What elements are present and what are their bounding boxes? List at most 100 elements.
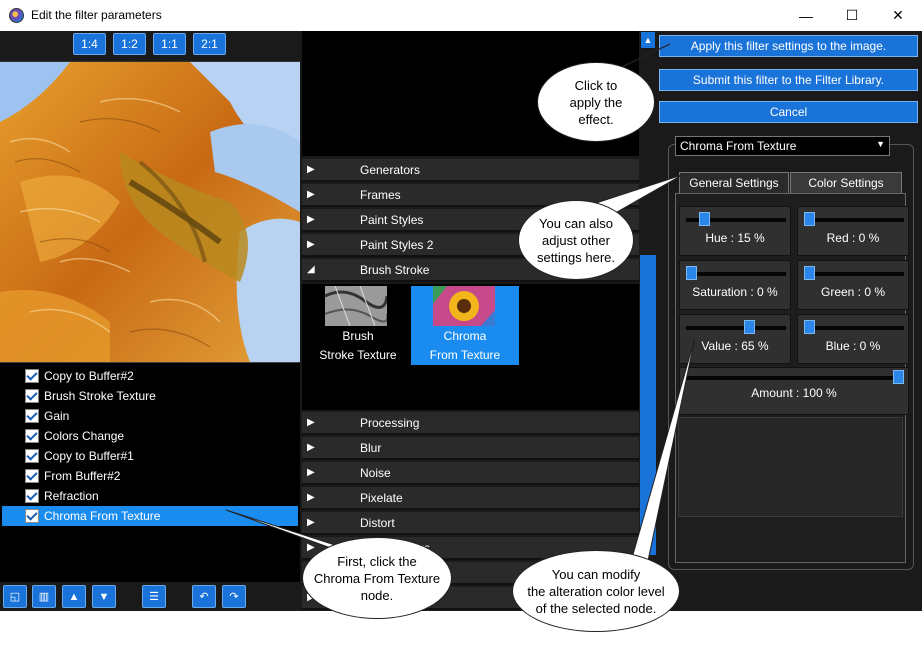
category-generators[interactable]: ▶ Generators <box>302 159 639 182</box>
node-item[interactable]: Brush Stroke Texture <box>2 386 298 406</box>
zoom-1-2-button[interactable]: 1:2 <box>113 33 146 55</box>
category-processing[interactable]: ▶ Processing <box>302 412 639 435</box>
category-blur[interactable]: ▶ Blur <box>302 437 639 460</box>
slider-knob[interactable] <box>893 370 904 384</box>
slider-knob[interactable] <box>686 266 697 280</box>
node-item[interactable]: Colors Change <box>2 426 298 446</box>
menu-icon: ☰ <box>149 591 159 603</box>
scroll-up-button[interactable]: ▲ <box>641 32 655 48</box>
zoom-2-1-button[interactable]: 2:1 <box>193 33 226 55</box>
callout-apply: Click to apply the effect. <box>537 62 655 142</box>
expand-icon: ▶ <box>307 467 315 478</box>
move-up-button[interactable]: ▲ <box>62 585 86 608</box>
undo-icon: ↶ <box>199 591 209 603</box>
blue-slider[interactable]: Blue : 0 % <box>797 314 909 364</box>
slider-track <box>686 326 786 330</box>
minimize-button[interactable]: — <box>783 0 829 31</box>
node-list: Copy to Buffer#2 Brush Stroke Texture Ga… <box>0 362 300 582</box>
slider-knob[interactable] <box>804 212 815 226</box>
arrow-up-icon: ▲ <box>643 35 653 45</box>
window-title: Edit the filter parameters <box>31 8 162 22</box>
gallery-item-label: Brush Stroke Texture <box>319 329 397 362</box>
sunflower-thumbnail <box>433 286 495 326</box>
zoom-1-1-button[interactable]: 1:1 <box>153 33 186 55</box>
checkbox[interactable] <box>25 389 39 403</box>
category-distort[interactable]: ▶ Distort <box>302 512 639 535</box>
undo-button[interactable]: ↶ <box>192 585 216 608</box>
expand-icon: ▶ <box>307 417 315 428</box>
checkbox[interactable] <box>25 509 39 523</box>
value-slider[interactable]: Value : 65 % <box>679 314 791 364</box>
expand-icon: ▶ <box>307 164 315 175</box>
menu-button[interactable]: ☰ <box>142 585 166 608</box>
slider-knob[interactable] <box>804 320 815 334</box>
painted-texture-image <box>0 62 300 362</box>
zoom-toolbar <box>0 31 300 62</box>
expand-icon: ▶ <box>307 189 315 200</box>
collapse-icon: ◢ <box>307 264 315 275</box>
zoom-1-4-button[interactable]: 1:4 <box>73 33 106 55</box>
node-item-selected[interactable]: Chroma From Texture <box>2 506 298 526</box>
callout-node: First, click the Chroma From Texture node. <box>302 537 452 619</box>
expand-icon: ▶ <box>307 239 315 250</box>
gallery-item-brush-stroke-texture[interactable]: Brush Stroke Texture <box>318 286 398 364</box>
checkbox[interactable] <box>25 409 39 423</box>
node-item[interactable]: From Buffer#2 <box>2 466 298 486</box>
slider-track <box>804 218 904 222</box>
slider-track <box>686 272 786 276</box>
close-icon: ✕ <box>892 7 904 23</box>
slider-knob[interactable] <box>699 212 711 226</box>
tab-general-settings[interactable]: General Settings <box>679 172 789 194</box>
green-slider[interactable]: Green : 0 % <box>797 260 909 310</box>
minimize-icon: — <box>799 7 813 24</box>
checkbox[interactable] <box>25 449 39 463</box>
slider-track <box>804 272 904 276</box>
slider-track <box>686 376 904 380</box>
node-item[interactable]: Copy to Buffer#2 <box>2 366 298 386</box>
slider-track <box>804 326 904 330</box>
tab-color-settings[interactable]: Color Settings <box>790 172 902 194</box>
node-item[interactable]: Copy to Buffer#1 <box>2 446 298 466</box>
redo-icon: ↷ <box>229 591 239 603</box>
saturation-slider[interactable]: Saturation : 0 % <box>679 260 791 310</box>
slider-knob[interactable] <box>804 266 815 280</box>
trash-icon: ▥ <box>38 591 50 603</box>
brush-stroke-thumbnail <box>325 286 387 326</box>
category-noise[interactable]: ▶ Noise <box>302 462 639 485</box>
node-item[interactable]: Gain <box>2 406 298 426</box>
arrow-up-icon: ▲ <box>68 590 80 603</box>
maximize-button[interactable]: ☐ <box>829 0 875 31</box>
new-node-button[interactable]: ◱ <box>3 585 27 608</box>
maximize-icon: ☐ <box>845 7 859 23</box>
slider-knob[interactable] <box>743 320 755 334</box>
callout-modify: You can modify the alteration color level… <box>512 550 680 632</box>
cancel-button[interactable]: Cancel <box>659 101 918 123</box>
gallery-item-chroma-from-texture[interactable]: Chroma From Texture <box>411 286 519 365</box>
checkbox[interactable] <box>25 489 39 503</box>
move-down-button[interactable]: ▼ <box>92 585 116 608</box>
app-icon <box>9 8 24 23</box>
checkbox[interactable] <box>25 369 39 383</box>
submit-library-button[interactable]: Submit this filter to the Filter Library… <box>659 69 918 91</box>
red-slider[interactable]: Red : 0 % <box>797 206 909 256</box>
expand-icon: ▶ <box>307 214 315 225</box>
apply-button[interactable]: Apply this filter settings to the image. <box>659 35 918 57</box>
gallery-item-label: Chroma From Texture <box>429 329 501 362</box>
checkbox[interactable] <box>25 469 39 483</box>
filter-select[interactable]: Chroma From Texture ▼ <box>675 136 890 156</box>
close-button[interactable]: ✕ <box>875 0 921 31</box>
node-item[interactable]: Refraction <box>2 486 298 506</box>
category-pixelate[interactable]: ▶ Pixelate <box>302 487 639 510</box>
expand-icon: ▶ <box>307 542 315 553</box>
delete-node-button[interactable]: ▥ <box>32 585 56 608</box>
checkbox[interactable] <box>25 429 39 443</box>
new-icon: ◱ <box>9 591 21 603</box>
preview-image[interactable] <box>0 62 300 362</box>
amount-slider[interactable]: Amount : 100 % <box>679 367 909 415</box>
expand-icon: ▶ <box>307 517 315 528</box>
scrollbar-thumb[interactable] <box>640 255 656 555</box>
arrow-down-icon: ▼ <box>98 590 110 603</box>
redo-button[interactable]: ↷ <box>222 585 246 608</box>
callout-adjust: You can also adjust other settings here. <box>518 200 634 280</box>
hue-slider[interactable]: Hue : 15 % <box>679 206 791 256</box>
